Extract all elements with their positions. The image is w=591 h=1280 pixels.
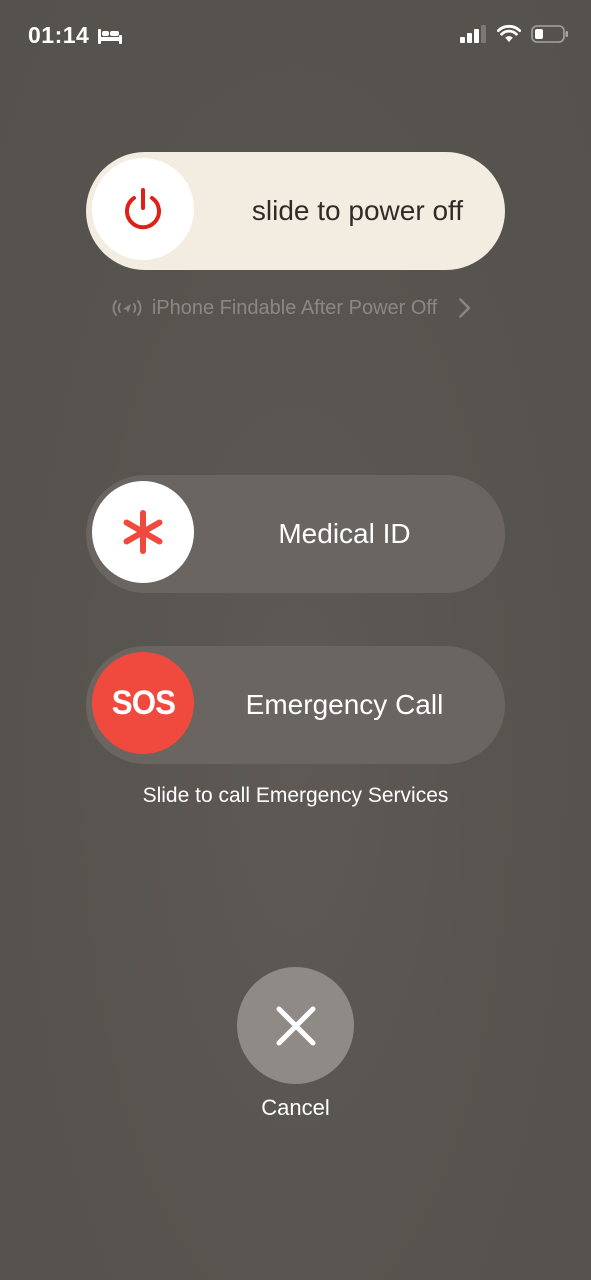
status-icons: [459, 24, 569, 44]
cancel-label: Cancel: [261, 1095, 330, 1120]
bed-icon: [98, 28, 123, 44]
cancel-button[interactable]: [237, 967, 354, 1084]
medical-id-slider[interactable]: Medical ID: [86, 475, 505, 593]
close-icon: [276, 1006, 315, 1045]
sos-caption: Slide to call Emergency Services: [142, 784, 449, 807]
status-time: 01:14: [28, 22, 90, 48]
findable-text: iPhone Findable After Power Off: [151, 296, 438, 319]
battery-icon: [531, 25, 568, 43]
cellular-signal-icon: [460, 25, 486, 43]
status-bar: 01:14: [0, 0, 591, 70]
wifi-icon: [497, 24, 521, 42]
power-off-knob[interactable]: [92, 158, 194, 260]
findable-link[interactable]: iPhone Findable After Power Off: [0, 294, 591, 322]
emergency-call-slider[interactable]: SOS Emergency Call: [86, 646, 505, 764]
medical-id-label: Medical ID: [278, 518, 411, 549]
medical-id-knob[interactable]: [92, 481, 194, 583]
sos-knob-text: SOS: [111, 683, 175, 722]
asterisk-icon: [123, 510, 163, 554]
chevron-right-icon: [459, 298, 471, 318]
emergency-call-label: Emergency Call: [245, 689, 444, 720]
power-off-label: slide to power off: [251, 195, 464, 226]
find-my-icon: [112, 300, 142, 316]
power-icon: [125, 188, 161, 230]
time-group: 01:14: [28, 22, 123, 49]
sos-knob[interactable]: SOS: [92, 652, 194, 754]
power-off-slider[interactable]: slide to power off: [86, 152, 505, 270]
